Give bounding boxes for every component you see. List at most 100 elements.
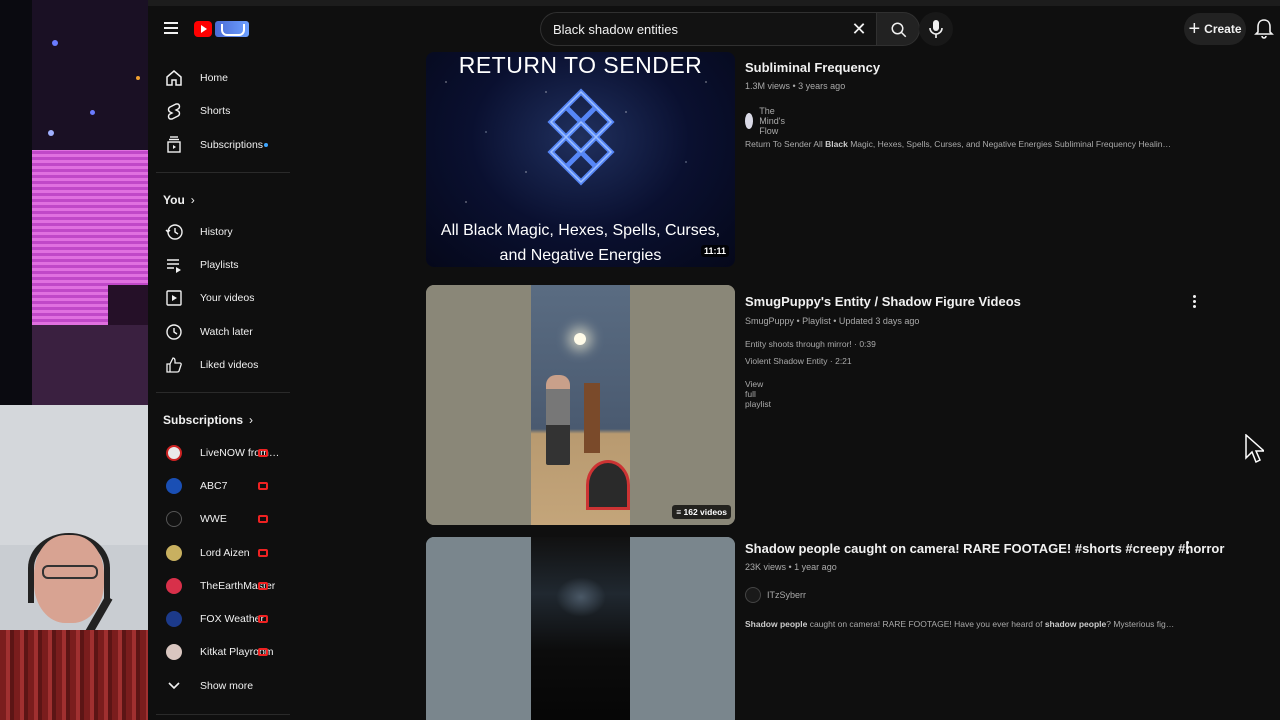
sidebar-sub-theearthmaster[interactable]: TheEarthMaster <box>154 571 284 601</box>
sidebar-item-watch-later[interactable]: Watch later <box>154 317 284 347</box>
chevron-right-icon: › <box>249 413 254 427</box>
search-input[interactable] <box>540 12 876 46</box>
sidebar-item-label: Shorts <box>200 105 231 117</box>
sidebar-item-label: Your videos <box>200 292 255 304</box>
subscriptions-icon <box>162 133 186 157</box>
playlist-video-count: ≡ 162 videos <box>672 505 731 519</box>
sidebar-item-your-videos[interactable]: Your videos <box>154 283 284 313</box>
playlist-item[interactable]: Entity shoots through mirror! · 0:39 <box>745 339 876 349</box>
sidebar-sub-livenow[interactable]: LiveNOW from F... <box>154 438 284 468</box>
sidebar-item-label: Liked videos <box>200 359 259 371</box>
channel-avatar <box>745 113 754 129</box>
sidebar-item-liked-videos[interactable]: Liked videos <box>154 350 284 380</box>
video-thumbnail[interactable] <box>426 537 735 720</box>
sidebar-sub-kitkat-playroom[interactable]: Kitkat Playroom <box>154 637 284 667</box>
notifications-bell-icon[interactable] <box>1254 18 1274 40</box>
channel-avatar <box>166 644 182 660</box>
webcam-overlay-streamer <box>0 405 148 720</box>
sidebar-item-home[interactable]: Home <box>154 63 284 93</box>
new-content-dot <box>264 143 268 147</box>
home-icon <box>162 66 186 90</box>
video-description: Shadow people caught on camera! RARE FOO… <box>745 619 1175 629</box>
sidebar-sub-lord-aizen[interactable]: Lord Aizen <box>154 538 284 568</box>
more-actions-icon[interactable] <box>1179 537 1195 557</box>
channel-avatar <box>745 587 761 603</box>
divider <box>156 172 290 173</box>
sidebar-you-heading[interactable]: You › <box>163 193 195 207</box>
sidebar-sub-wwe[interactable]: WWE <box>154 504 284 534</box>
divider <box>156 392 290 393</box>
you-heading-label: You <box>163 193 185 207</box>
video-meta: 1.3M views • 3 years ago <box>745 81 846 91</box>
video-meta: 23K views • 1 year ago <box>745 562 837 572</box>
endless-knot-icon <box>547 88 615 186</box>
video-description: Return To Sender All Black Magic, Hexes,… <box>745 139 1175 149</box>
video-title[interactable]: Shadow people caught on camera! RARE FOO… <box>745 541 1224 556</box>
channel-avatar <box>166 511 182 527</box>
sidebar-sub-abc7[interactable]: ABC7 <box>154 471 284 501</box>
history-icon <box>162 220 186 244</box>
video-title[interactable]: Subliminal Frequency <box>745 60 880 75</box>
playlist-icon: ≡ <box>676 507 684 517</box>
channel-name: ITzSyberr <box>767 590 807 600</box>
plus-icon: + <box>1188 18 1201 40</box>
youtube-doodle-icon <box>215 21 249 37</box>
watch-later-icon <box>162 320 186 344</box>
channel-link[interactable]: The Mind's Flow <box>745 106 793 136</box>
thumbnail-heading: RETURN TO SENDER <box>458 52 703 78</box>
playlist-meta: SmugPuppy • Playlist • Updated 3 days ag… <box>745 316 920 326</box>
sidebar-item-subscriptions[interactable]: Subscriptions <box>154 130 284 160</box>
channel-avatar <box>166 445 182 461</box>
sidebar-item-label: History <box>200 226 233 238</box>
microphone-icon <box>929 20 943 38</box>
sidebar-item-shorts[interactable]: Shorts <box>154 96 284 126</box>
sidebar-item-label: WWE <box>200 513 227 525</box>
thumbnail-caption: All Black Magic, Hexes, Spells, Curses, … <box>440 222 721 264</box>
sidebar-item-playlists[interactable]: Playlists <box>154 250 284 280</box>
menu-icon[interactable] <box>164 22 178 34</box>
live-icon <box>258 648 268 656</box>
view-full-playlist-link[interactable]: View full playlist <box>745 379 771 409</box>
live-icon <box>258 449 268 457</box>
sidebar-item-label: Watch later <box>200 326 253 338</box>
more-actions-icon[interactable] <box>1186 291 1202 311</box>
playlist-thumbnail[interactable]: ≡ 162 videos <box>426 285 735 525</box>
divider <box>156 714 290 715</box>
sidebar-subscriptions-heading[interactable]: Subscriptions › <box>163 413 253 427</box>
channel-avatar <box>166 478 182 494</box>
live-icon <box>258 482 268 490</box>
live-icon <box>258 615 268 623</box>
chevron-down-icon <box>162 674 186 698</box>
sidebar-item-label: Subscriptions <box>200 139 264 151</box>
create-button[interactable]: + Create <box>1184 13 1246 45</box>
sidebar-show-more[interactable]: Show more <box>154 671 284 701</box>
playlists-icon <box>162 253 186 277</box>
mouse-cursor-icon <box>1245 434 1264 464</box>
search-icon <box>891 22 907 38</box>
subscriptions-heading-label: Subscriptions <box>163 413 244 427</box>
sidebar: Home Shorts Subscriptions You › History P… <box>148 56 298 720</box>
top-bar: ✕ + Create <box>148 0 1280 56</box>
clear-search-icon[interactable]: ✕ <box>850 20 868 38</box>
channel-name: The Mind's Flow <box>759 106 785 136</box>
live-icon <box>258 549 268 557</box>
sidebar-item-label: Home <box>200 72 229 84</box>
video-thumbnail[interactable]: RETURN TO SENDER All Black Magic, Hexes,… <box>426 52 735 267</box>
create-label: Create <box>1204 22 1242 36</box>
chevron-right-icon: › <box>190 193 195 207</box>
sidebar-sub-fox-weather[interactable]: FOX Weather <box>154 604 284 634</box>
search-bar: ✕ <box>540 12 920 46</box>
youtube-play-icon <box>194 21 212 37</box>
sidebar-item-history[interactable]: History <box>154 217 284 247</box>
youtube-logo[interactable] <box>194 20 249 38</box>
playlist-title[interactable]: SmugPuppy's Entity / Shadow Figure Video… <box>745 294 1021 309</box>
search-button[interactable] <box>876 12 920 46</box>
duration-badge: 11:11 <box>700 245 729 257</box>
voice-search-button[interactable] <box>919 12 953 46</box>
playlist-item[interactable]: Violent Shadow Entity · 2:21 <box>745 356 852 366</box>
sidebar-item-label: FOX Weather <box>200 613 264 625</box>
webcam-overlay-top <box>0 0 148 405</box>
channel-link[interactable]: ITzSyberr <box>745 587 806 603</box>
sidebar-item-label: Playlists <box>200 259 239 271</box>
show-more-label: Show more <box>200 680 254 692</box>
